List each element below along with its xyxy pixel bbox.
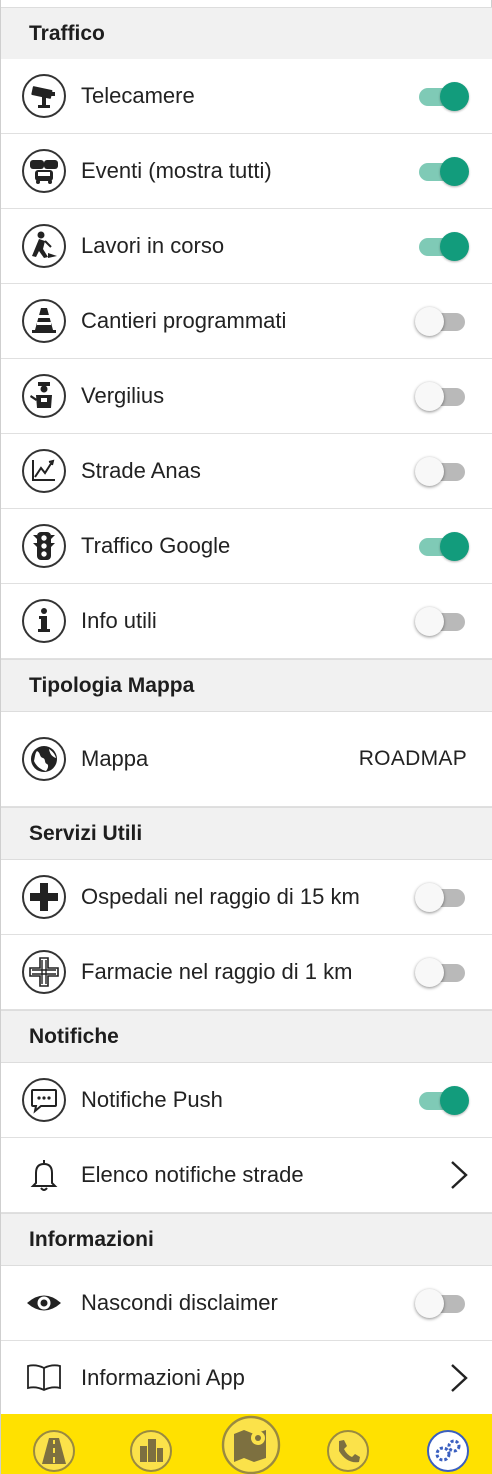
settings-screen: Traffico Telecamere Eventi (mostra tutti… [0, 0, 492, 1474]
settings-gears-icon[interactable] [425, 1428, 471, 1474]
section-header-informazioni: Informazioni [1, 1213, 492, 1266]
setting-label: Notifiche Push [81, 1087, 223, 1112]
section-header-traffico: Traffico [1, 7, 492, 60]
traffic-cone-icon [21, 298, 67, 344]
roadworks-icon [21, 223, 67, 269]
setting-row-notifiche-push[interactable]: Notifiche Push [1, 1063, 492, 1138]
eye-icon [21, 1280, 67, 1326]
setting-row-info-utili[interactable]: Info utili [1, 584, 492, 659]
traffic-light-icon [21, 523, 67, 569]
chart-icon [21, 448, 67, 494]
police-officer-icon [21, 373, 67, 419]
setting-label: Cantieri programmati [81, 308, 287, 333]
chevron-right-icon [451, 1161, 468, 1189]
map-type-value[interactable]: ROADMAP [359, 747, 467, 771]
setting-label: Mappa [81, 746, 149, 771]
section-title: Servizi Utili [29, 821, 143, 845]
setting-label: Eventi (mostra tutti) [81, 158, 272, 183]
setting-label: Strade Anas [81, 458, 201, 483]
toggle-switch[interactable] [415, 380, 471, 412]
setting-row-eventi[interactable]: Eventi (mostra tutti) [1, 134, 492, 209]
toggle-switch[interactable] [415, 80, 471, 112]
toggle-switch[interactable] [415, 455, 471, 487]
cars-icon [21, 148, 67, 194]
section-header-notifiche: Notifiche [1, 1010, 492, 1063]
setting-label: Vergilius [81, 383, 165, 408]
pharmacy-cross-icon [21, 949, 67, 995]
toggle-switch[interactable] [415, 155, 471, 187]
setting-row-elenco-notifiche[interactable]: Elenco notifiche strade [1, 1138, 492, 1213]
toggle-switch[interactable] [415, 1084, 471, 1116]
section-title: Informazioni [29, 1227, 154, 1251]
setting-label: Farmacie nel raggio di 1 km [81, 959, 353, 984]
setting-row-mappa[interactable]: Mappa ROADMAP [1, 712, 492, 807]
road-icon[interactable] [31, 1428, 77, 1474]
setting-label: Informazioni App [81, 1365, 245, 1390]
book-icon [21, 1355, 67, 1401]
setting-label: Elenco notifiche strade [81, 1162, 304, 1187]
setting-label: Ospedali nel raggio di 15 km [81, 884, 360, 909]
toggle-switch[interactable] [415, 305, 471, 337]
setting-label: Info utili [81, 608, 157, 633]
section-header-servizi-utili: Servizi Utili [1, 807, 492, 860]
setting-row-informazioni-app[interactable]: Informazioni App [1, 1341, 492, 1416]
setting-row-traffico-google[interactable]: Traffico Google [1, 509, 492, 584]
toggle-switch[interactable] [415, 881, 471, 913]
hospital-cross-icon [21, 874, 67, 920]
chevron-right-icon [451, 1364, 468, 1392]
info-icon [21, 598, 67, 644]
setting-label: Lavori in corso [81, 233, 225, 258]
setting-label: Traffico Google [81, 533, 231, 558]
setting-row-cantieri[interactable]: Cantieri programmati [1, 284, 492, 359]
setting-label: Telecamere [81, 83, 195, 108]
section-header-tipologia-mappa: Tipologia Mappa [1, 659, 492, 712]
toggle-switch[interactable] [415, 956, 471, 988]
toggle-switch[interactable] [415, 230, 471, 262]
globe-icon [21, 736, 67, 782]
speed-camera-icon [21, 73, 67, 119]
setting-row-nascondi-disclaimer[interactable]: Nascondi disclaimer [1, 1266, 492, 1341]
setting-row-telecamere[interactable]: Telecamere [1, 59, 492, 134]
phone-icon[interactable] [325, 1428, 371, 1474]
bottom-navigation-bar [1, 1414, 492, 1474]
toggle-switch[interactable] [415, 530, 471, 562]
setting-row-farmacie[interactable]: Farmacie nel raggio di 1 km [1, 935, 492, 1010]
chat-bubble-icon [21, 1077, 67, 1123]
setting-row-vergilius[interactable]: Vergilius [1, 359, 492, 434]
section-title: Tipologia Mappa [29, 673, 195, 697]
map-icon[interactable] [220, 1415, 282, 1474]
city-icon[interactable] [128, 1428, 174, 1474]
section-title: Traffico [29, 21, 105, 45]
bell-icon [21, 1152, 67, 1198]
setting-row-lavori[interactable]: Lavori in corso [1, 209, 492, 284]
setting-row-strade-anas[interactable]: Strade Anas [1, 434, 492, 509]
toggle-switch[interactable] [415, 1287, 471, 1319]
toggle-switch[interactable] [415, 605, 471, 637]
setting-row-ospedali[interactable]: Ospedali nel raggio di 15 km [1, 860, 492, 935]
section-title: Notifiche [29, 1024, 119, 1048]
setting-label: Nascondi disclaimer [81, 1290, 278, 1315]
